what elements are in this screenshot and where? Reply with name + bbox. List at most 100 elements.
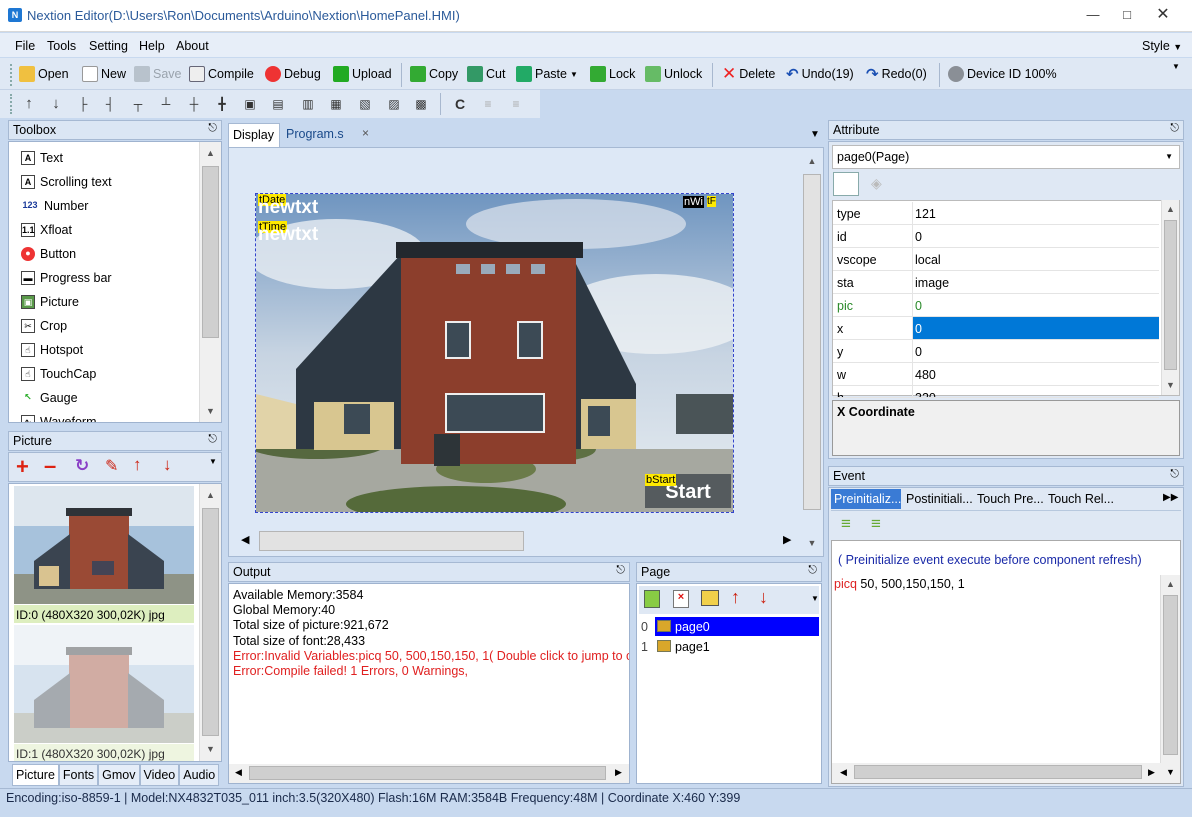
add-page-icon[interactable] (644, 590, 660, 608)
toolbox-item-touchcap[interactable]: ☝ TouchCap (21, 364, 96, 384)
property-row-pic[interactable]: pic 0 (833, 294, 1159, 317)
display-canvas[interactable]: tDate newtxt tTime newtxt nWi tF Start b… (255, 193, 734, 513)
add-event-icon[interactable]: ≡ (478, 94, 498, 114)
toolbox-item-number[interactable]: 123 Number (21, 196, 88, 216)
event-vscrollbar[interactable]: ▲ (1160, 575, 1180, 763)
scroll-thumb[interactable] (1164, 220, 1177, 370)
remove-event-icon[interactable]: ≡ (506, 94, 526, 114)
tab-display[interactable]: Display (228, 123, 280, 147)
property-value[interactable]: local (915, 253, 941, 267)
output-line[interactable]: Global Memory:40 (233, 603, 629, 618)
scroll-left-icon[interactable]: ◀ (235, 767, 242, 778)
replace-icon[interactable]: ↻ (75, 456, 89, 476)
page-list-item[interactable]: 0 page0 (639, 617, 819, 636)
scroll-down-icon[interactable]: ▼ (200, 406, 221, 416)
property-row-type[interactable]: type 121 (833, 202, 1159, 225)
tab-list-dropdown-icon[interactable]: ▼ (810, 129, 820, 140)
undo-button[interactable]: ↶ Undo(19) (786, 62, 854, 86)
tab-touch-release[interactable]: Touch Rel... (1048, 492, 1114, 506)
design-vscrollbar[interactable]: ▲ ▼ (801, 150, 823, 548)
picture-item[interactable] (14, 625, 194, 743)
output-hscrollbar[interactable]: ◀ ▶ (229, 764, 629, 783)
toolbox-item-xfloat[interactable]: 1.1 Xfloat (21, 220, 72, 240)
align-right-icon[interactable]: ┤ (100, 94, 120, 114)
tab-preinitialize[interactable]: Preinitializ... (831, 489, 901, 509)
output-line[interactable]: Available Memory:3584 (233, 588, 629, 603)
align-bottom-icon[interactable]: ┴ (156, 94, 176, 114)
delete-page-icon[interactable]: × (673, 590, 689, 608)
scroll-thumb[interactable] (259, 531, 524, 551)
property-row-h[interactable]: h 320 (833, 386, 1159, 398)
style-menu[interactable]: Style ▼ (1142, 39, 1182, 53)
insert-page-icon[interactable] (701, 590, 719, 606)
tab-fonts[interactable]: Fonts (58, 764, 99, 786)
unlock-button[interactable]: Unlock (645, 62, 702, 86)
device-id-button[interactable]: Device ID 100% (948, 62, 1057, 86)
scroll-thumb[interactable] (249, 766, 606, 780)
picture-scrollbar[interactable]: ▲ ▼ (199, 484, 221, 761)
output-error-line[interactable]: Error:Compile failed! 1 Errors, 0 Warnin… (233, 664, 629, 679)
scroll-up-icon[interactable]: ▲ (200, 148, 221, 158)
menu-about[interactable]: About (176, 39, 209, 53)
toolbox-item-picture[interactable]: ▣ Picture (21, 292, 79, 312)
property-value[interactable]: 0 (915, 299, 922, 313)
scroll-up-icon[interactable]: ▲ (801, 156, 823, 166)
scroll-thumb[interactable] (1163, 595, 1178, 755)
scroll-left-icon[interactable]: ◀ (840, 767, 847, 778)
new-button[interactable]: New (82, 62, 126, 86)
overflow-icon[interactable]: ▼ (811, 594, 819, 603)
move-down-icon[interactable]: ↓ (163, 455, 172, 475)
edit-icon[interactable]: ✎ (105, 456, 118, 476)
property-row-vscope[interactable]: vscope local (833, 248, 1159, 271)
bring-forward-icon[interactable]: ↑ (19, 94, 39, 114)
nwi-label[interactable]: nWi (683, 196, 704, 208)
tab-postinitialize[interactable]: Postinitiali... (906, 492, 973, 506)
event-hscrollbar[interactable]: ◀ ▶ ▼ (832, 763, 1180, 783)
align-left-icon[interactable]: ├ (73, 94, 93, 114)
save-button[interactable]: Save (134, 62, 182, 86)
close-tab-icon[interactable]: × (362, 126, 369, 140)
tab-gmov[interactable]: Gmov (98, 764, 140, 786)
minimize-button[interactable]: — (1076, 4, 1110, 26)
picture-item[interactable] (14, 486, 194, 604)
maximize-button[interactable]: □ (1110, 4, 1144, 26)
property-value[interactable]: 0 (915, 322, 922, 336)
menu-setting[interactable]: Setting (89, 39, 128, 53)
tab-touch-press[interactable]: Touch Pre... (977, 492, 1044, 506)
redo-button[interactable]: ↷ Redo(0) (866, 62, 927, 86)
object-selector[interactable]: page0(Page) ▼ (832, 145, 1180, 169)
center-both-icon[interactable]: ▣ (240, 94, 260, 114)
toolbox-item-text[interactable]: A Text (21, 148, 63, 168)
cut-button[interactable]: Cut (467, 62, 505, 86)
space-vertical-icon[interactable]: ▨ (384, 94, 404, 114)
page-down-icon[interactable]: ↓ (759, 587, 768, 608)
page-up-icon[interactable]: ↑ (731, 587, 740, 608)
output-line[interactable]: Total size of picture:921,672 (233, 618, 629, 633)
c-button[interactable]: C (450, 94, 470, 114)
upload-button[interactable]: Upload (333, 62, 392, 86)
scroll-right-icon[interactable]: ▶ (615, 767, 622, 778)
property-row-w[interactable]: w 480 (833, 363, 1159, 386)
pin-icon[interactable]: ⎋ (208, 433, 217, 446)
pin-icon[interactable]: ⎋ (1170, 468, 1179, 481)
scroll-thumb[interactable] (202, 166, 219, 338)
property-value[interactable]: 320 (915, 391, 936, 397)
categorized-view-icon[interactable] (833, 172, 859, 196)
output-line[interactable]: Total size of font:28,433 (233, 634, 629, 649)
scroll-thumb[interactable] (854, 765, 1142, 779)
scroll-up-icon[interactable]: ▲ (1162, 204, 1179, 214)
event-code-line[interactable]: picq 50, 500,150,150, 1 (834, 577, 965, 591)
toolbox-item-crop[interactable]: ✂ Crop (21, 316, 67, 336)
space-horizontal-icon[interactable]: ▧ (355, 94, 375, 114)
lock-button[interactable]: Lock (590, 62, 635, 86)
property-row-x[interactable]: x0 (833, 317, 1159, 340)
bstart-label[interactable]: bStart (645, 474, 677, 486)
add-script-icon[interactable]: ≡ (841, 514, 851, 534)
tab-program-s[interactable]: Program.s (286, 127, 344, 141)
page-entry[interactable]: page1 (655, 637, 819, 656)
compile-button[interactable]: Compile (189, 62, 254, 86)
toolbox-item-hotspot[interactable]: ☝ Hotspot (21, 340, 83, 360)
sort-icon[interactable]: ◈ (871, 175, 882, 192)
send-backward-icon[interactable]: ↓ (46, 94, 66, 114)
output-log[interactable]: Available Memory:3584 Global Memory:40 Tot… (231, 588, 629, 679)
